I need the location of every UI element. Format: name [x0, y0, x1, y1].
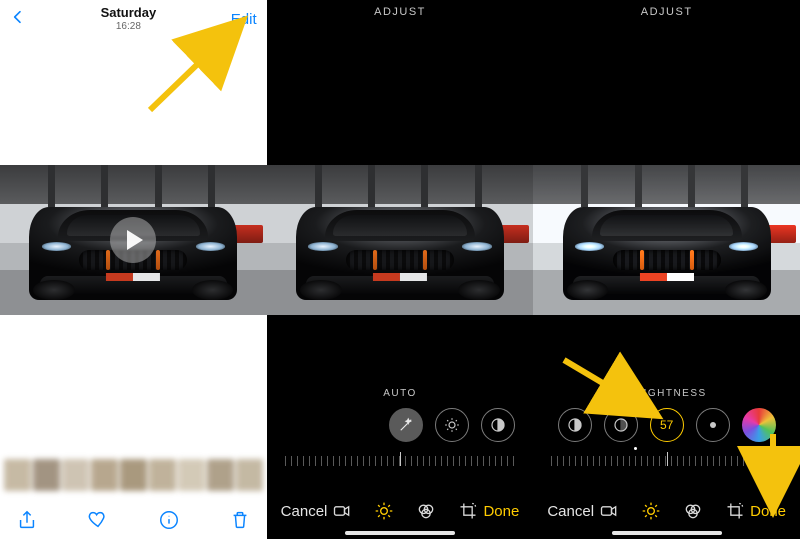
crop-mode-icon[interactable] — [725, 501, 745, 521]
adjust-dial-row[interactable] — [267, 403, 534, 447]
panel-photo-viewer: Saturday 16:28 Edit — [0, 0, 267, 539]
done-button[interactable]: Done — [483, 503, 519, 520]
video-mode-icon[interactable] — [332, 501, 352, 521]
video-mode-icon[interactable] — [599, 501, 619, 521]
back-button[interactable] — [10, 6, 26, 32]
home-indicator[interactable] — [345, 531, 455, 535]
filmstrip-thumbnails[interactable] — [0, 459, 267, 491]
play-icon[interactable] — [110, 217, 156, 263]
black-point-dial[interactable] — [696, 408, 730, 442]
filters-mode-icon[interactable] — [683, 501, 703, 521]
edit-button[interactable]: Edit — [231, 11, 257, 28]
photo-date-day: Saturday — [101, 6, 157, 21]
cancel-button[interactable]: Cancel — [281, 503, 328, 520]
share-icon[interactable] — [16, 509, 38, 531]
brightness-dial[interactable] — [604, 408, 638, 442]
favorite-icon[interactable] — [87, 509, 109, 531]
adjust-slider[interactable] — [285, 449, 516, 469]
trash-icon[interactable] — [229, 509, 251, 531]
exposure-dial[interactable] — [435, 408, 469, 442]
done-button[interactable]: Done — [750, 503, 786, 520]
editor-preview[interactable] — [533, 165, 800, 315]
home-indicator[interactable] — [612, 531, 722, 535]
adjust-section-label: AUTO — [267, 388, 534, 399]
photo-date-time: 16:28 — [116, 21, 141, 33]
panel-editor-auto: ADJUST AUTO — [267, 0, 534, 539]
adjust-dial-row[interactable]: 57 — [533, 403, 800, 447]
editor-mode-label: ADJUST — [267, 6, 534, 18]
auto-wand-dial[interactable] — [389, 408, 423, 442]
adjust-mode-icon[interactable] — [374, 501, 394, 521]
filters-mode-icon[interactable] — [416, 501, 436, 521]
adjust-slider[interactable] — [551, 449, 782, 469]
contrast-dial[interactable] — [558, 408, 592, 442]
editor-preview[interactable] — [267, 165, 534, 315]
brightness-value-dial[interactable]: 57 — [650, 408, 684, 442]
saturation-dial[interactable] — [742, 408, 776, 442]
video-preview[interactable] — [0, 165, 267, 315]
cancel-button[interactable]: Cancel — [547, 503, 594, 520]
info-icon[interactable] — [158, 509, 180, 531]
editor-mode-label: ADJUST — [533, 6, 800, 18]
adjust-section-label: BRIGHTNESS — [533, 388, 800, 399]
photo-date-title: Saturday 16:28 — [101, 6, 157, 32]
panel-editor-brightness: ADJUST BRIGHTNESS — [533, 0, 800, 539]
adjust-mode-icon[interactable] — [641, 501, 661, 521]
crop-mode-icon[interactable] — [458, 501, 478, 521]
contrast-dial[interactable] — [481, 408, 515, 442]
